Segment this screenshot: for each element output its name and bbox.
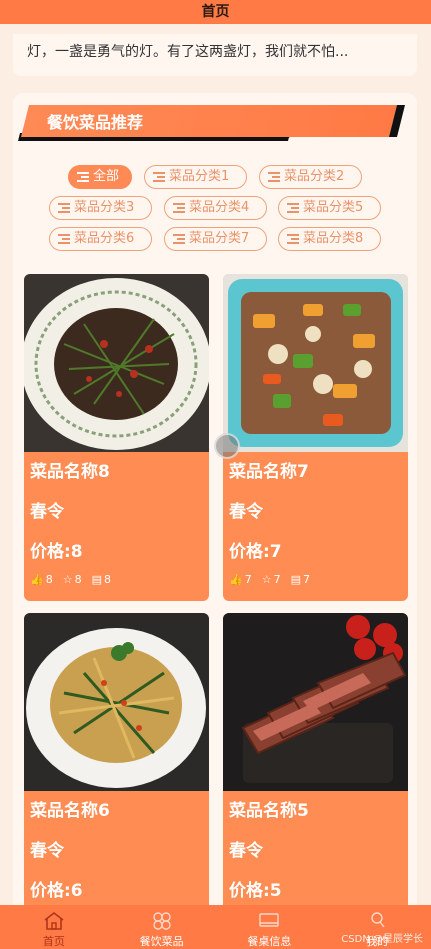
table-icon <box>259 913 280 927</box>
dish-card[interactable]: 菜品名称7 春令 价格:7 👍 7 ☆ 7 ▤ 7 <box>223 274 408 601</box>
dish-name: 菜品名称6 <box>30 801 110 821</box>
dish-name: 菜品名称8 <box>30 462 110 482</box>
tab-tables[interactable]: 餐桌信息 <box>216 905 324 949</box>
dish-name: 菜品名称5 <box>229 801 309 821</box>
menu-icon <box>77 172 89 182</box>
dish-stats: 👍 8 ☆ 8 ▤ 8 <box>30 572 111 586</box>
chip-category-5[interactable]: 菜品分类5 <box>278 196 381 220</box>
chip-category-4[interactable]: 菜品分类4 <box>164 196 267 220</box>
dish-price: 价格:8 <box>30 542 83 562</box>
star-icon: ☆ <box>261 572 272 586</box>
menu-icon <box>58 234 70 244</box>
chip-category-7[interactable]: 菜品分类7 <box>164 227 267 251</box>
comment-icon: ▤ <box>91 572 102 586</box>
dish-image <box>24 613 209 791</box>
dish-image <box>24 274 209 452</box>
floating-button[interactable] <box>214 433 240 459</box>
notice-text: 灯，一盏是勇气的灯。有了这两盏灯，我们就不怕... <box>27 44 349 60</box>
chip-category-8[interactable]: 菜品分类8 <box>278 227 381 251</box>
notice-bar[interactable]: 灯，一盏是勇气的灯。有了这两盏灯，我们就不怕... <box>13 34 417 76</box>
dish-card[interactable]: 菜品名称6 春令 价格:6 <box>24 613 209 913</box>
menu-icon <box>287 203 299 213</box>
chip-category-3[interactable]: 菜品分类3 <box>49 196 152 220</box>
bottom-tabbar: 首页 餐饮菜品 餐桌信息 我的 CSDN @星辰学长 <box>0 905 431 949</box>
tab-dishes[interactable]: 餐饮菜品 <box>108 905 216 949</box>
dish-category: 春令 <box>229 502 263 522</box>
menu-icon <box>58 203 70 213</box>
menu-icon <box>153 172 165 182</box>
chip-category-6[interactable]: 菜品分类6 <box>49 227 152 251</box>
dish-name: 菜品名称7 <box>229 462 309 482</box>
section-title-banner: 餐饮菜品推荐 <box>18 103 411 147</box>
dish-card[interactable]: 菜品名称8 春令 价格:8 👍 8 ☆ 8 ▤ 8 <box>24 274 209 601</box>
page-header: 首页 <box>0 0 431 24</box>
menu-icon <box>287 234 299 244</box>
section-title: 餐饮菜品推荐 <box>47 113 144 132</box>
chip-category-1[interactable]: 菜品分类1 <box>144 165 247 189</box>
chip-category-2[interactable]: 菜品分类2 <box>259 165 362 189</box>
comment-icon: ▤ <box>290 572 301 586</box>
chip-all[interactable]: 全部 <box>68 165 132 189</box>
watermark: CSDN @星辰学长 <box>341 934 423 945</box>
dish-category: 春令 <box>30 502 64 522</box>
page-title: 首页 <box>201 4 230 20</box>
menu-icon <box>268 172 280 182</box>
home-icon <box>44 911 64 930</box>
dish-category: 春令 <box>229 841 263 861</box>
star-icon: ☆ <box>62 572 73 586</box>
dish-image <box>223 613 408 791</box>
menu-icon <box>173 203 185 213</box>
grid-icon <box>152 912 171 930</box>
thumb-up-icon: 👍 <box>30 572 44 586</box>
tab-home[interactable]: 首页 <box>0 905 108 949</box>
dish-image <box>223 274 408 452</box>
menu-icon <box>173 234 185 244</box>
thumb-up-icon: 👍 <box>229 572 243 586</box>
dish-stats: 👍 7 ☆ 7 ▤ 7 <box>229 572 310 586</box>
dish-card[interactable]: 菜品名称5 春令 价格:5 <box>223 613 408 913</box>
dish-category: 春令 <box>30 841 64 861</box>
user-icon <box>371 912 385 928</box>
dish-price: 价格:7 <box>229 542 282 562</box>
